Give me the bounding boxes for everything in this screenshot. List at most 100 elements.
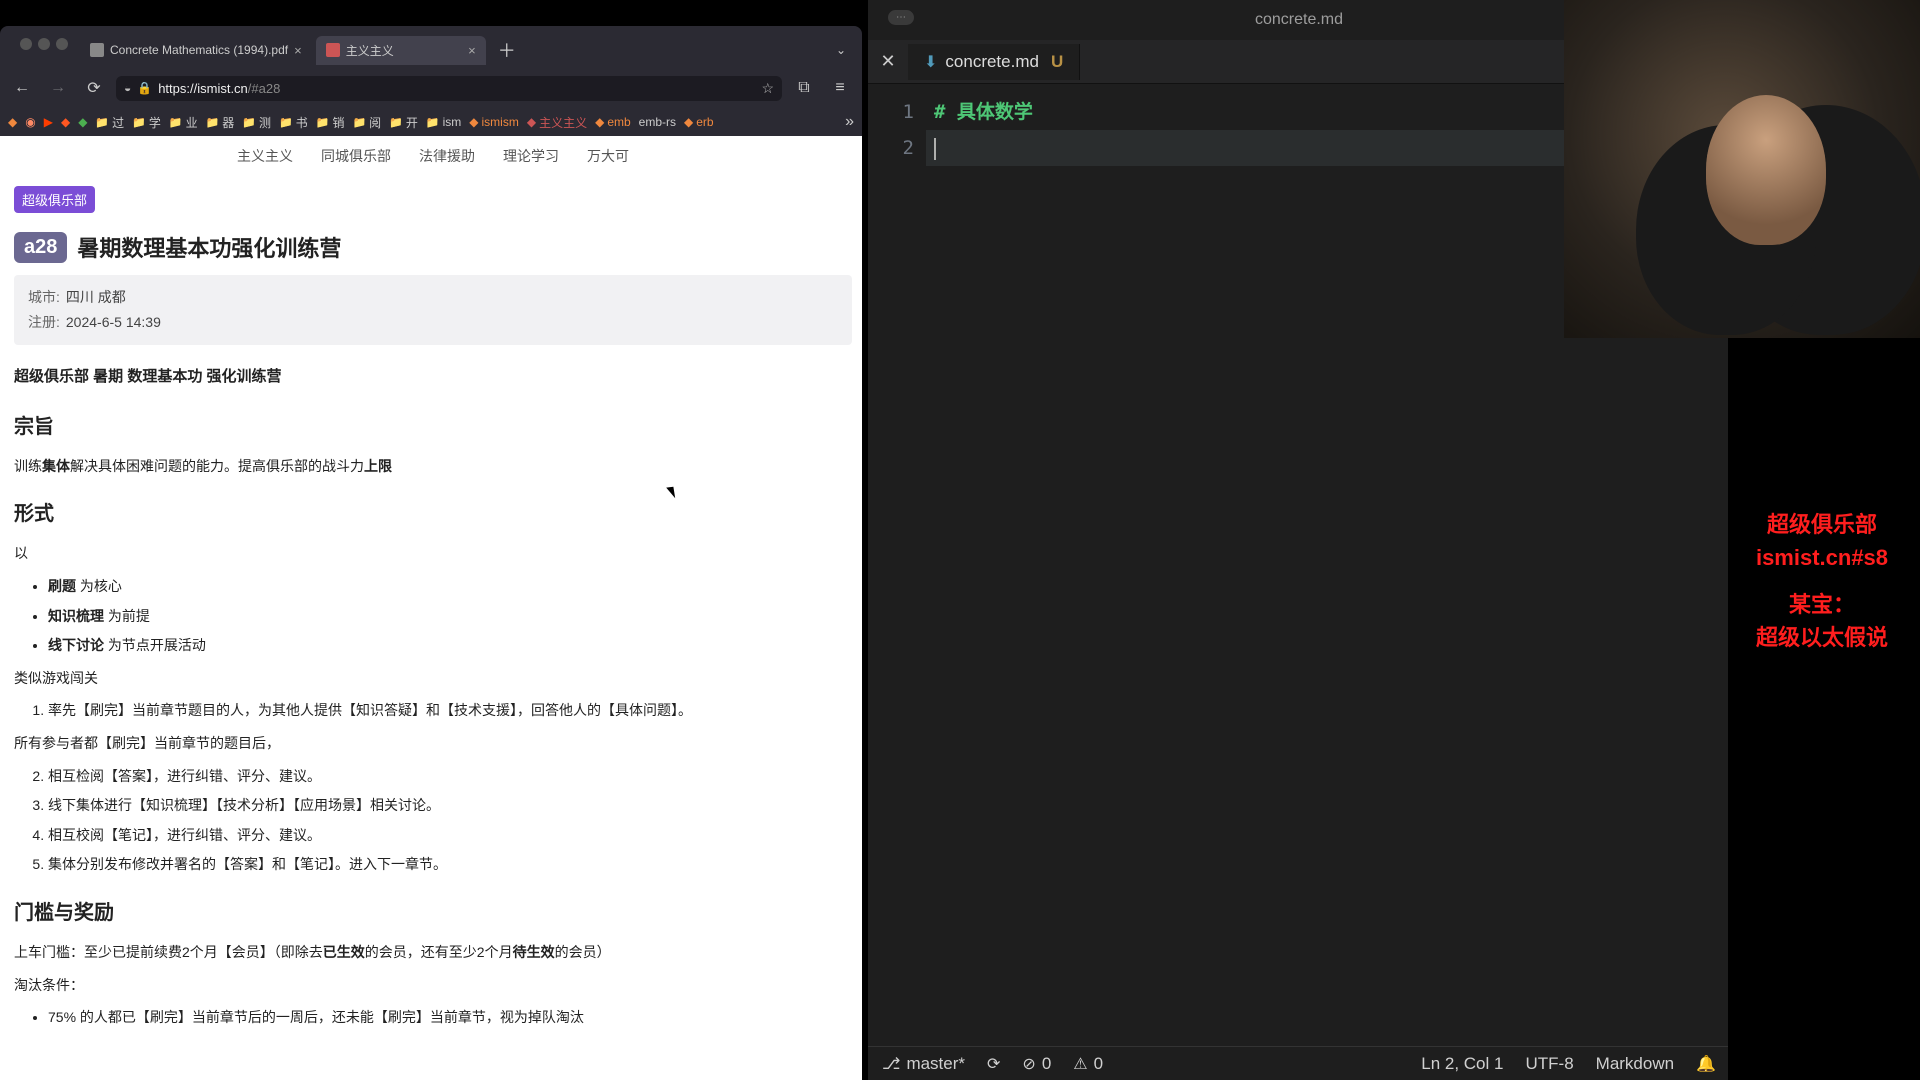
site-nav-link[interactable]: 理论学习 — [503, 146, 559, 166]
meta-reg-value: 2024-6-5 14:39 — [66, 314, 161, 330]
window-traffic-lights — [20, 38, 68, 50]
bookmark-folder[interactable]: ism — [426, 115, 461, 129]
site-nav: 主义主义 同城俱乐部 法律援助 理论学习 万大可 — [14, 142, 852, 180]
status-sync[interactable]: ⟳ — [987, 1054, 1000, 1074]
bookmark-item[interactable]: ◆ erb — [684, 115, 714, 129]
shield-icon: ◒ — [124, 81, 131, 95]
warning-icon: ⚠ — [1073, 1054, 1087, 1074]
text-caret — [934, 138, 936, 160]
page-content[interactable]: 主义主义 同城俱乐部 法律援助 理论学习 万大可 超级俱乐部 a28 暑期数理基… — [0, 136, 862, 1080]
status-encoding[interactable]: UTF-8 — [1525, 1054, 1573, 1074]
webcam-overlay — [1564, 0, 1920, 338]
heading-purpose: 宗旨 — [14, 410, 852, 439]
bookmark-item[interactable]: emb-rs — [639, 115, 676, 129]
article-card: 超级俱乐部 a28 暑期数理基本功强化训练营 城市:四川 成都 注册:2024-… — [14, 180, 852, 1031]
form-ordered-list-1: 率先【刷完】当前章节题目的人，为其他人提供【知识答疑】和【技术支援】，回答他人的… — [14, 697, 852, 724]
bookmark-folder[interactable]: 销 — [316, 114, 345, 131]
tab-overflow-button[interactable]: ⌄ — [828, 39, 854, 61]
close-icon[interactable]: × — [294, 43, 302, 58]
address-bar[interactable]: ◒ 🔒 https://ismist.cn/#a28 ☆ — [116, 76, 782, 101]
form-ordered-list-2: 相互检阅【答案】，进行纠错、评分、建议。 线下集体进行【知识梳理】【技术分析】【… — [14, 763, 852, 878]
bookmarks-toolbar: ◆ ◉ ▶ ◆ ◆ 过 学 业 器 测 书 销 阅 开 ism ◆ ismism… — [0, 108, 862, 136]
site-nav-link[interactable]: 万大可 — [587, 146, 629, 166]
bookmark-item[interactable]: ◆ ismism — [469, 115, 519, 129]
meta-city-label: 城市: — [28, 289, 60, 305]
bookmark-folder[interactable]: 业 — [169, 114, 198, 131]
bookmark-folder[interactable]: 学 — [132, 114, 161, 131]
site-nav-link[interactable]: 法律援助 — [419, 146, 475, 166]
new-tab-button[interactable]: ＋ — [490, 33, 524, 67]
window-title: concrete.md — [1255, 11, 1343, 29]
site-nav-link[interactable]: 主义主义 — [237, 146, 293, 166]
status-cursor-pos[interactable]: Ln 2, Col 1 — [1421, 1054, 1503, 1074]
hamburger-menu-button[interactable]: ≡ — [826, 74, 854, 102]
bookmark-item[interactable]: ◆ — [61, 115, 70, 129]
tab-filename: concrete.md — [945, 52, 1039, 72]
status-bell[interactable]: 🔔 — [1696, 1054, 1716, 1074]
forward-button[interactable]: → — [44, 74, 72, 102]
bookmark-item[interactable]: ◆ 主义主义 — [527, 114, 587, 131]
article-title: 暑期数理基本功强化训练营 — [77, 231, 341, 263]
editor-tab[interactable]: ⬇ concrete.md U — [908, 44, 1080, 80]
list-item: 率先【刷完】当前章节题目的人，为其他人提供【知识答疑】和【技术支援】，回答他人的… — [48, 697, 852, 724]
firefox-window: Concrete Mathematics (1994).pdf × 主义主义 ×… — [0, 26, 862, 1080]
tab-ismist[interactable]: 主义主义 × — [316, 36, 486, 65]
bookmark-folder[interactable]: 过 — [95, 114, 124, 131]
bookmark-item[interactable]: ◉ — [25, 115, 35, 129]
bell-icon: 🔔 — [1696, 1054, 1716, 1074]
tab-pdf[interactable]: Concrete Mathematics (1994).pdf × — [80, 37, 312, 64]
elim-label: 淘汰条件： — [14, 972, 852, 999]
close-icon[interactable]: × — [468, 43, 476, 58]
caption-line: 超级俱乐部 ismist.cn#s8 — [1728, 508, 1916, 574]
meta-city-value: 四川 成都 — [66, 289, 126, 305]
bookmark-folder[interactable]: 阅 — [352, 114, 381, 131]
list-item: 刷题 为核心 — [48, 573, 852, 600]
list-item: 75% 的人都已【刷完】当前章节后的一周后，还未能【刷完】当前章节，视为掉队淘汰 — [48, 1004, 852, 1031]
form-after: 类似游戏闯关 — [14, 665, 852, 692]
titlebar-pill: ⋯ — [888, 10, 914, 25]
list-item: 集体分别发布修改并署名的【答案】和【笔记】。进入下一章节。 — [48, 851, 852, 878]
bookmark-folder[interactable]: 器 — [206, 114, 235, 131]
bookmark-folder[interactable]: 书 — [279, 114, 308, 131]
elim-list: 75% 的人都已【刷完】当前章节后的一周后，还未能【刷完】当前章节，视为掉队淘汰 — [14, 1004, 852, 1031]
stream-caption-bar: 超级俱乐部 ismist.cn#s8 某宝： 超级以太假说 — [1728, 338, 1920, 1080]
list-item: 知识梳理 为前提 — [48, 603, 852, 630]
club-badge[interactable]: 超级俱乐部 — [14, 186, 95, 213]
purpose-text: 训练集体解决具体困难问题的能力。提高俱乐部的战斗力上限 — [14, 453, 852, 480]
bookmark-star-icon[interactable]: ☆ — [761, 80, 774, 97]
caption-line: 某宝： 超级以太假说 — [1728, 588, 1916, 654]
site-favicon — [326, 43, 340, 57]
back-button[interactable]: ← — [8, 74, 36, 102]
status-errors[interactable]: ⊘0 — [1022, 1054, 1051, 1074]
bookmark-item[interactable]: ◆ — [78, 115, 87, 129]
bookmarks-overflow-button[interactable]: » — [845, 113, 854, 131]
list-item: 线下集体进行【知识梳理】【技术分析】【应用场景】相关讨论。 — [48, 792, 852, 819]
bookmark-item[interactable]: ▶ — [44, 115, 53, 129]
reload-button[interactable]: ⟳ — [80, 74, 108, 102]
article-subtitle: 超级俱乐部 暑期 数理基本功 强化训练营 — [14, 363, 852, 392]
list-item: 相互检阅【答案】，进行纠错、评分、建议。 — [48, 763, 852, 790]
status-warnings[interactable]: ⚠0 — [1073, 1054, 1103, 1074]
close-tab-button[interactable]: ✕ — [868, 51, 908, 72]
form-list: 刷题 为核心 知识梳理 为前提 线下讨论 为节点开展活动 — [14, 573, 852, 659]
site-nav-link[interactable]: 同城俱乐部 — [321, 146, 391, 166]
bookmark-item[interactable]: ◆ — [8, 115, 17, 129]
status-language[interactable]: Markdown — [1596, 1054, 1674, 1074]
form-between: 所有参与者都【刷完】当前章节的题目后， — [14, 730, 852, 757]
status-bar: ⎇master* ⟳ ⊘0 ⚠0 Ln 2, Col 1 UTF-8 Markd… — [868, 1046, 1730, 1080]
tab-title: Concrete Mathematics (1994).pdf — [110, 43, 288, 57]
threshold-text: 上车门槛：至少已提前续费2个月【会员】（即除去已生效的会员，还有至少2个月待生效… — [14, 939, 852, 966]
heading-form: 形式 — [14, 497, 852, 526]
tab-title: 主义主义 — [346, 42, 394, 59]
browser-tab-bar: Concrete Mathematics (1994).pdf × 主义主义 ×… — [0, 26, 862, 68]
bookmark-folder[interactable]: 开 — [389, 114, 418, 131]
browser-toolbar: ← → ⟳ ◒ 🔒 https://ismist.cn/#a28 ☆ ⧉ ≡ — [0, 68, 862, 108]
extensions-button[interactable]: ⧉ — [790, 74, 818, 102]
bookmark-folder[interactable]: 测 — [242, 114, 271, 131]
form-intro: 以 — [14, 540, 852, 567]
pdf-icon — [90, 43, 104, 57]
git-branch-icon: ⎇ — [882, 1054, 900, 1074]
bookmark-item[interactable]: ◆ emb — [595, 115, 631, 129]
meta-reg-label: 注册: — [28, 314, 60, 330]
status-branch[interactable]: ⎇master* — [882, 1054, 965, 1074]
